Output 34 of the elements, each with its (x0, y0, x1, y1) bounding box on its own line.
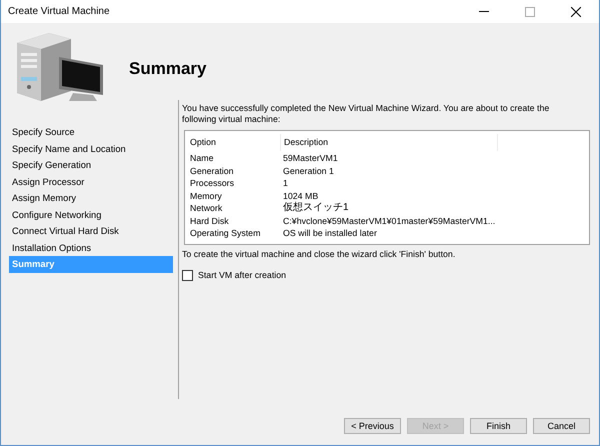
column-header: Option (189, 136, 217, 149)
wizard-step[interactable]: Assign Processor (9, 174, 173, 190)
start-vm-checkbox[interactable] (182, 270, 193, 281)
table-cell-text: Memory (189, 190, 223, 202)
wizard-step[interactable]: Specify Generation (9, 157, 173, 174)
finish-note: To create the virtual machine and close the wizard click 'Finish' button. (182, 248, 456, 260)
wizard-button[interactable]: Finish (470, 418, 527, 434)
table-cell-text: Generation 1 (282, 164, 335, 177)
window-title: Create Virtual Machine (8, 5, 111, 19)
wizard-step[interactable]: Assign Memory (9, 190, 173, 206)
table-cell-text: C:¥hvclone¥59MasterVM1¥01master¥59MasterVM1... (282, 214, 496, 227)
table-cell-text: 1024 MB (282, 190, 320, 202)
table-cell-text: Hard Disk (189, 214, 230, 227)
table-cell-text: Operating System (189, 227, 262, 240)
table-cell-text: Processors (189, 177, 235, 190)
start-vm-label[interactable]: Start VM after creation (198, 268, 286, 282)
table-cell-text: 仮想スイッチ1 (282, 202, 350, 214)
table-cell-text: 59MasterVM1 (282, 152, 339, 164)
wizard-step[interactable]: Specify Name and Location (9, 140, 173, 157)
table-cell-text: OS will be installed later (282, 227, 378, 240)
table-cell-text: Generation (189, 164, 235, 177)
page-title: Summary (129, 58, 206, 80)
wizard-step[interactable]: Connect Virtual Hard Disk (9, 223, 173, 240)
table-cell-text: 1 (282, 177, 289, 190)
wizard-step[interactable]: Installation Options (9, 240, 173, 256)
wizard-step[interactable]: Specify Source (9, 124, 173, 140)
table-cell-text: Name (189, 152, 214, 164)
table-cell-text: Network (189, 202, 224, 214)
close-icon[interactable] (571, 6, 581, 16)
wizard-button[interactable]: Cancel (533, 418, 590, 434)
column-header: Description (280, 134, 498, 151)
wizard-step[interactable]: Configure Networking (9, 206, 173, 223)
wizard-button[interactable]: < Previous (344, 418, 401, 434)
intro-text: You have successfully completed the New Virtual Machine Wizard. You are about to create the following virtual machine: (182, 103, 550, 124)
